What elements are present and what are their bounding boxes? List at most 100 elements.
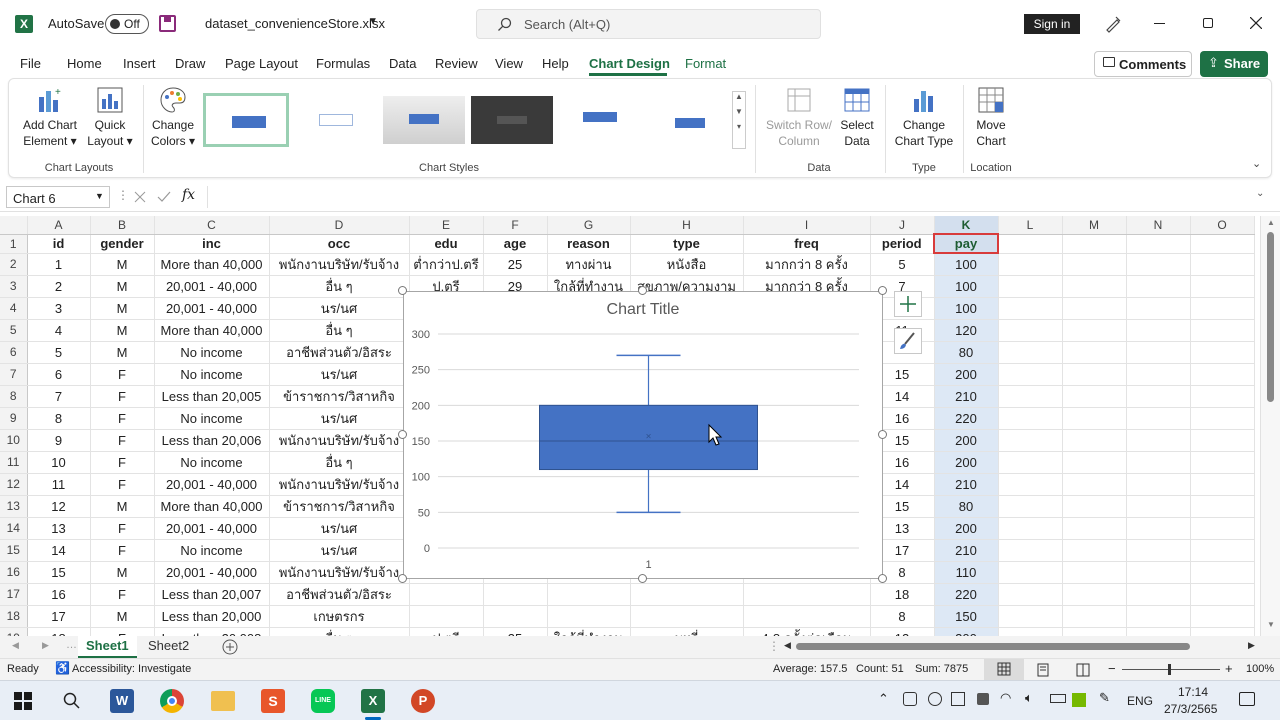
table-row[interactable]: 2 1 M More than 40,000 พนักงานบริษัท/รับจ้าง… [0, 253, 1255, 276]
cell-D17[interactable]: อาชีพส่วนตัว/อิสระ [269, 583, 410, 606]
cell-C3[interactable]: 20,001 - 40,000 [154, 275, 270, 298]
table-row[interactable]: 1 id gender inc occ edu age reason type freq perio… [0, 232, 1255, 255]
cell-N18[interactable] [1126, 605, 1191, 628]
zoom-level[interactable]: 100% [1246, 663, 1274, 675]
gallery-scroll[interactable]: ▲ ▼ ▾ [732, 91, 746, 149]
chart-style-1[interactable] [203, 93, 289, 147]
cell-O4[interactable] [1190, 297, 1255, 320]
notification-icon[interactable] [1239, 692, 1255, 706]
row-header[interactable]: 9 [0, 407, 28, 430]
cell-M8[interactable] [1062, 385, 1127, 408]
cell-C13[interactable]: More than 40,000 [154, 495, 270, 518]
resize-handle[interactable] [638, 286, 647, 295]
row-header[interactable]: 18 [0, 605, 28, 628]
cell-M7[interactable] [1062, 363, 1127, 386]
cell-M17[interactable] [1062, 583, 1127, 606]
nvidia-icon[interactable] [1072, 693, 1086, 707]
tab-more-icon[interactable]: … [66, 639, 77, 651]
cell-C9[interactable]: No income [154, 407, 270, 430]
menu-insert[interactable]: Insert [123, 56, 156, 71]
cell-C17[interactable]: Less than 20,007 [154, 583, 270, 606]
cell-K18[interactable]: 150 [934, 605, 999, 628]
cell-J1[interactable]: period [870, 234, 935, 254]
cell-A14[interactable]: 13 [27, 517, 91, 540]
cell-A18[interactable]: 17 [27, 605, 91, 628]
cell-O7[interactable] [1190, 363, 1255, 386]
row-header[interactable]: 10 [0, 429, 28, 452]
cell-L7[interactable] [998, 363, 1063, 386]
row-header[interactable]: 17 [0, 583, 28, 606]
app-s-icon[interactable]: S [261, 689, 285, 713]
word-icon[interactable]: W [110, 689, 134, 713]
cell-D3[interactable]: อื่น ๆ [269, 275, 410, 298]
status-sum[interactable]: Sum: 7875 [915, 663, 968, 675]
cell-K16[interactable]: 110 [934, 561, 999, 584]
cell-L10[interactable] [998, 429, 1063, 452]
cell-M3[interactable] [1062, 275, 1127, 298]
cell-L19[interactable] [998, 627, 1063, 636]
table-row[interactable]: 17 16 F Less than 20,007 อาชีพส่วนตัว/อิสระ 1… [0, 583, 1255, 606]
cell-L16[interactable] [998, 561, 1063, 584]
cell-O9[interactable] [1190, 407, 1255, 430]
cell-O14[interactable] [1190, 517, 1255, 540]
chart-plot[interactable]: 0 50 100 150 200 250 300 × 1 [404, 292, 882, 578]
tab-sheet1[interactable]: Sheet1 [78, 636, 137, 658]
cell-A16[interactable]: 15 [27, 561, 91, 584]
cell-L11[interactable] [998, 451, 1063, 474]
cell-J19[interactable]: 12 [870, 627, 935, 636]
cell-E1[interactable]: edu [409, 234, 484, 254]
cell-M9[interactable] [1062, 407, 1127, 430]
zoom-out-icon[interactable]: − [1108, 661, 1116, 676]
cell-C4[interactable]: 20,001 - 40,000 [154, 297, 270, 320]
add-chart-element-button[interactable]: + Add Chart Element ▾ [17, 85, 83, 149]
cell-B16[interactable]: M [90, 561, 155, 584]
menu-review[interactable]: Review [435, 56, 478, 71]
cell-A8[interactable]: 7 [27, 385, 91, 408]
cell-N13[interactable] [1126, 495, 1191, 518]
chart-style-5[interactable] [559, 96, 641, 144]
row-header[interactable]: 19 [0, 627, 28, 636]
cell-M2[interactable] [1062, 253, 1127, 276]
cell-O6[interactable] [1190, 341, 1255, 364]
cell-N6[interactable] [1126, 341, 1191, 364]
cell-A15[interactable]: 14 [27, 539, 91, 562]
cell-M11[interactable] [1062, 451, 1127, 474]
menu-chart-design[interactable]: Chart Design [589, 56, 670, 71]
cell-F18[interactable] [483, 605, 548, 628]
excel-taskbar-icon[interactable]: X [361, 689, 385, 713]
cell-G18[interactable] [547, 605, 631, 628]
table-row[interactable]: 18 17 M Less than 20,000 เกษตรกร 8 150 [0, 605, 1255, 628]
row-header[interactable]: 12 [0, 473, 28, 496]
save-icon[interactable] [159, 15, 176, 32]
column-header-H[interactable]: H [630, 216, 744, 235]
cell-N17[interactable] [1126, 583, 1191, 606]
normal-view-button[interactable] [984, 659, 1024, 680]
resize-handle[interactable] [878, 286, 887, 295]
cell-L14[interactable] [998, 517, 1063, 540]
column-header-O[interactable]: O [1190, 216, 1255, 235]
column-header-G[interactable]: G [547, 216, 631, 235]
cell-M1[interactable] [1062, 234, 1127, 254]
cell-B5[interactable]: M [90, 319, 155, 342]
cell-D2[interactable]: พนักงานบริษัท/รับจ้าง [269, 253, 410, 276]
cell-C6[interactable]: No income [154, 341, 270, 364]
menu-file[interactable]: File [20, 56, 41, 71]
cell-N10[interactable] [1126, 429, 1191, 452]
cell-M6[interactable] [1062, 341, 1127, 364]
cell-D5[interactable]: อื่น ๆ [269, 319, 410, 342]
cell-O11[interactable] [1190, 451, 1255, 474]
cell-D15[interactable]: นร/นศ [269, 539, 410, 562]
cell-L3[interactable] [998, 275, 1063, 298]
row-header[interactable]: 3 [0, 275, 28, 298]
chart-style-6[interactable] [647, 96, 729, 144]
cell-G17[interactable] [547, 583, 631, 606]
column-header-B[interactable]: B [90, 216, 155, 235]
chart-styles-button[interactable] [894, 328, 922, 354]
cell-A5[interactable]: 4 [27, 319, 91, 342]
select-all-corner[interactable] [0, 216, 28, 235]
cell-L8[interactable] [998, 385, 1063, 408]
language-indicator[interactable]: ENG [1127, 694, 1153, 708]
cell-C14[interactable]: 20,001 - 40,000 [154, 517, 270, 540]
menu-data[interactable]: Data [389, 56, 416, 71]
horizontal-scrollbar[interactable]: ◀ ▶ [780, 639, 1260, 655]
